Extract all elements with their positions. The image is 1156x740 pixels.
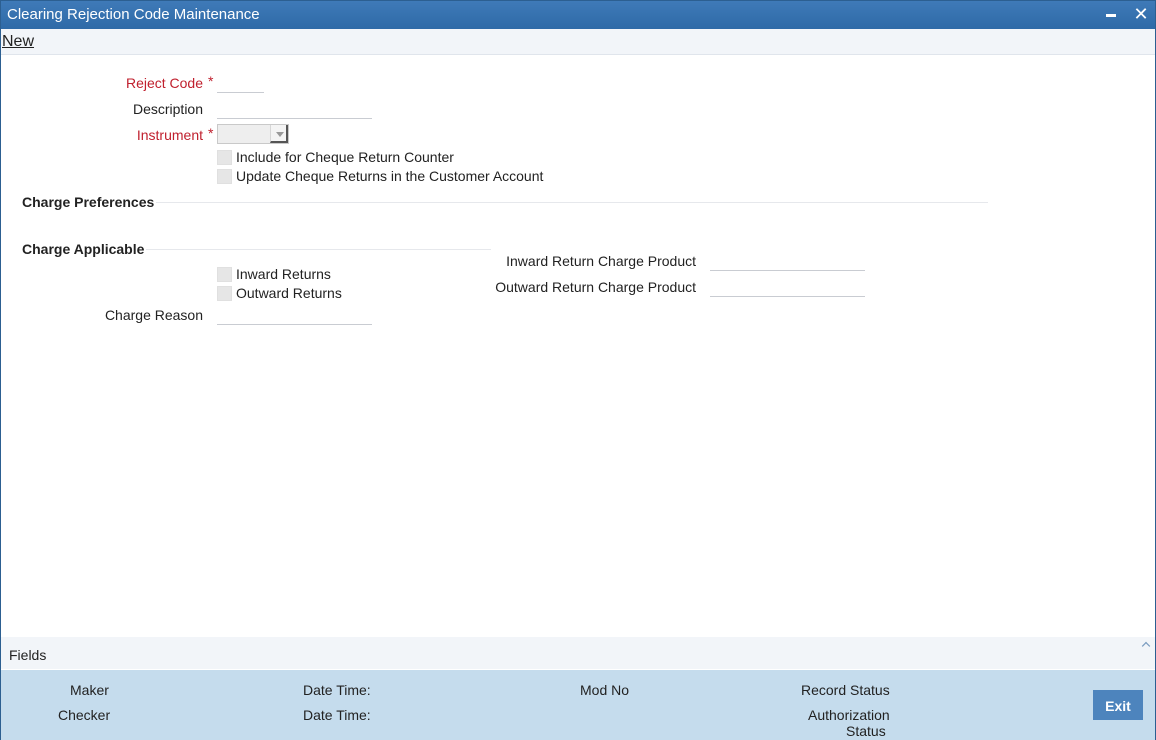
charge-reason-input[interactable] bbox=[217, 305, 372, 325]
outward-returns-checkbox[interactable] bbox=[217, 286, 232, 301]
authorization-status-label-line2: Status bbox=[846, 723, 886, 739]
instrument-required-mark: * bbox=[208, 125, 214, 141]
close-icon[interactable]: ✕ bbox=[1131, 4, 1151, 24]
window-title: Clearing Rejection Code Maintenance bbox=[7, 6, 260, 23]
chevron-down-icon[interactable] bbox=[270, 125, 288, 143]
inward-return-charge-product-label: Inward Return Charge Product bbox=[506, 253, 696, 269]
fields-bar: Fields bbox=[1, 637, 1155, 669]
reject-code-label: Reject Code bbox=[125, 75, 203, 91]
charge-preferences-divider bbox=[156, 202, 988, 203]
inward-returns-checkbox[interactable] bbox=[217, 267, 232, 282]
charge-reason-label: Charge Reason bbox=[104, 307, 203, 323]
outward-returns-label: Outward Returns bbox=[236, 285, 342, 301]
reject-code-required-mark: * bbox=[208, 73, 214, 89]
maker-label: Maker bbox=[70, 682, 109, 698]
audit-panel: Maker Checker Date Time: Date Time: Mod … bbox=[1, 670, 1155, 740]
title-bar: Clearing Rejection Code Maintenance ✕ bbox=[1, 1, 1155, 29]
reject-code-input[interactable] bbox=[217, 73, 264, 93]
description-label: Description bbox=[132, 101, 203, 117]
charge-preferences-heading: Charge Preferences bbox=[22, 194, 155, 210]
include-cheque-return-counter-checkbox[interactable] bbox=[217, 150, 232, 165]
fields-label[interactable]: Fields bbox=[9, 647, 46, 663]
maker-date-time-label: Date Time: bbox=[303, 682, 371, 698]
chevron-up-icon[interactable] bbox=[1141, 641, 1151, 651]
new-link[interactable]: New bbox=[2, 33, 34, 51]
description-input[interactable] bbox=[217, 99, 372, 119]
menu-bar: New bbox=[1, 29, 1155, 55]
include-cheque-return-counter-label: Include for Cheque Return Counter bbox=[236, 149, 454, 165]
update-cheque-returns-label: Update Cheque Returns in the Customer Ac… bbox=[236, 168, 544, 184]
charge-applicable-heading: Charge Applicable bbox=[22, 241, 145, 257]
authorization-status-label-line1: Authorization bbox=[808, 707, 890, 723]
exit-button[interactable]: Exit bbox=[1093, 690, 1143, 720]
outward-return-charge-product-input[interactable] bbox=[710, 277, 865, 297]
checker-label: Checker bbox=[58, 707, 111, 723]
inward-returns-label: Inward Returns bbox=[236, 266, 331, 282]
update-cheque-returns-checkbox[interactable] bbox=[217, 169, 232, 184]
outward-return-charge-product-label: Outward Return Charge Product bbox=[495, 279, 696, 295]
instrument-label: Instrument bbox=[136, 127, 203, 143]
charge-applicable-divider bbox=[146, 249, 491, 250]
inward-return-charge-product-input[interactable] bbox=[710, 251, 865, 271]
record-status-label: Record Status bbox=[801, 682, 890, 698]
maintenance-window: Clearing Rejection Code Maintenance ✕ Ne… bbox=[0, 0, 1156, 740]
mod-no-label: Mod No bbox=[580, 682, 630, 698]
minimize-icon[interactable] bbox=[1101, 4, 1121, 24]
checker-date-time-label: Date Time: bbox=[303, 707, 371, 723]
instrument-select[interactable] bbox=[217, 124, 289, 144]
